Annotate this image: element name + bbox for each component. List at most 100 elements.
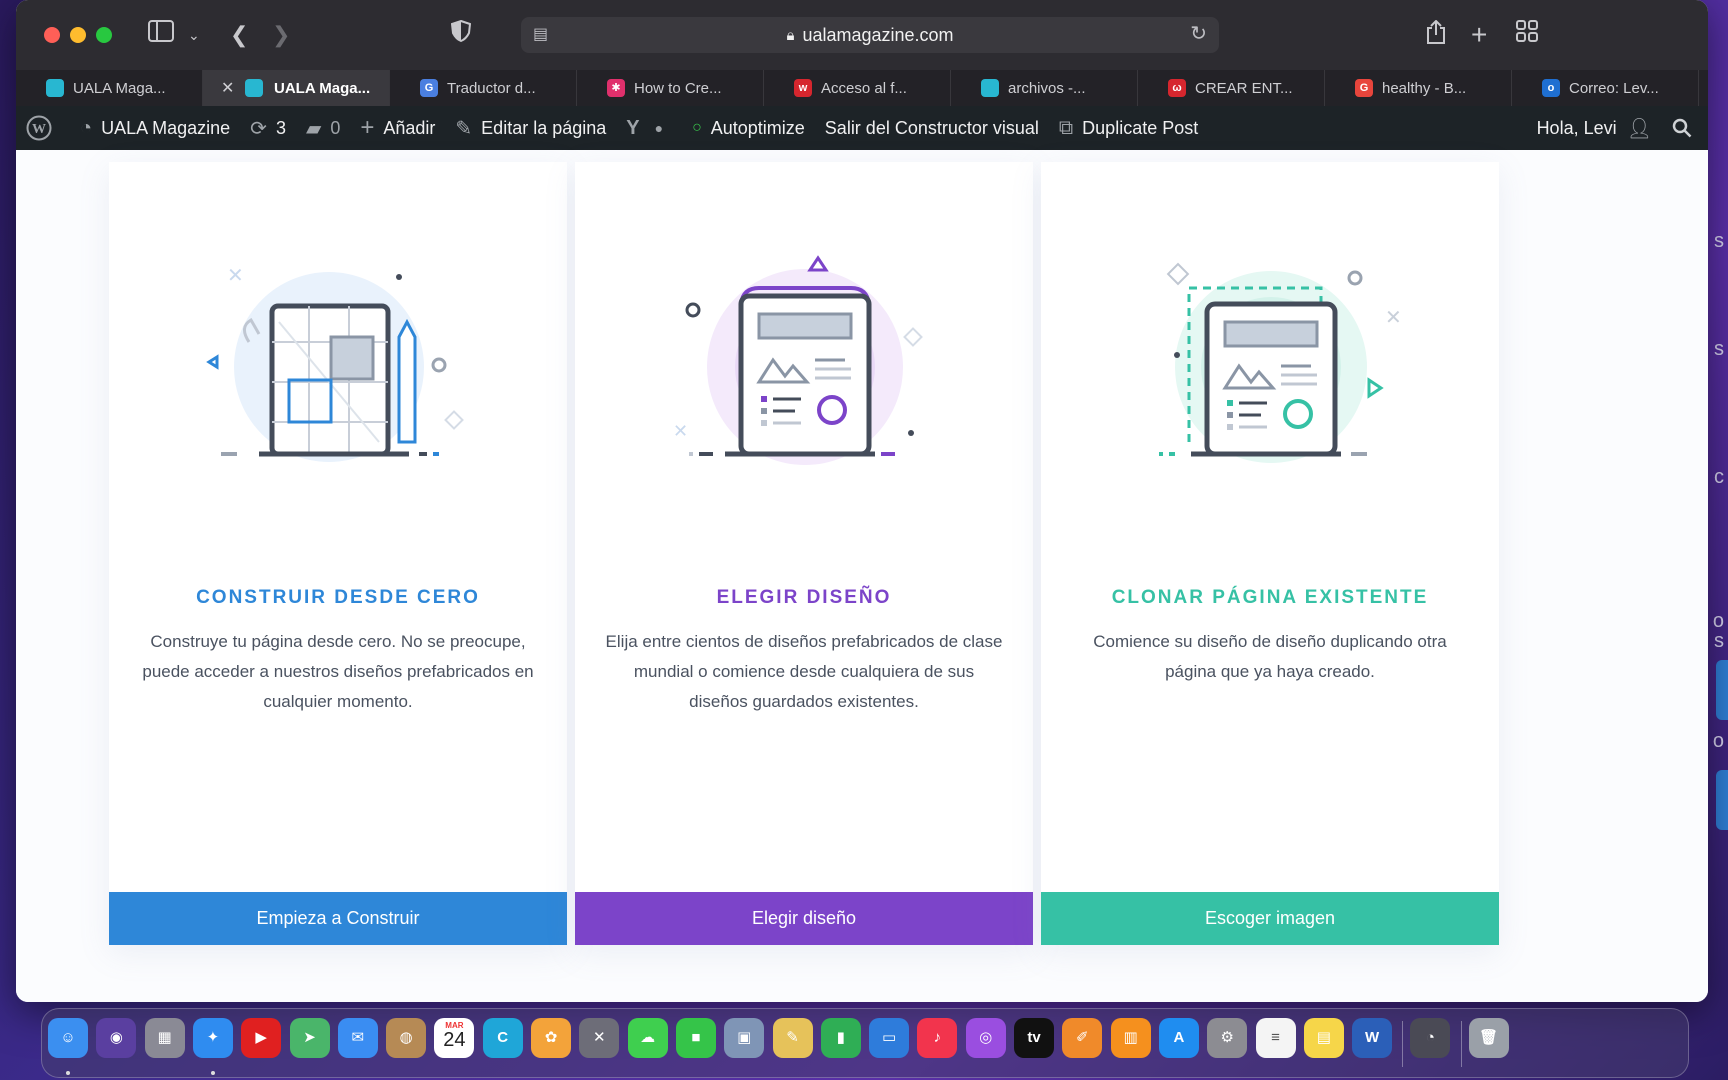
- minimize-window-button[interactable]: [70, 27, 86, 43]
- running-indicator: [210, 1071, 215, 1075]
- new-tab-icon[interactable]: +: [1471, 20, 1487, 50]
- dock-app-keynote-icon[interactable]: ▭: [869, 1018, 910, 1058]
- dock-app-canva-icon[interactable]: C: [482, 1018, 523, 1058]
- dock-app-numbers-icon[interactable]: ▮: [820, 1018, 861, 1058]
- browser-tab[interactable]: ✱ How to Cre...: [577, 70, 764, 106]
- sidebar-toggle-icon[interactable]: [148, 20, 174, 50]
- favicon-icon: w: [794, 79, 812, 97]
- close-tab-icon[interactable]: ✕: [221, 78, 234, 98]
- browser-tab[interactable]: ✕ UALA Maga...: [203, 70, 390, 106]
- site-name-link[interactable]: ◔ UALA Magazine: [80, 117, 230, 140]
- dock-app-app-store-icon[interactable]: A: [1158, 1018, 1199, 1058]
- browser-tab[interactable]: Ghealthy - B...: [1325, 70, 1512, 106]
- edit-page-link[interactable]: ✎ Editar la página: [455, 116, 606, 141]
- fullscreen-window-button[interactable]: [96, 27, 112, 43]
- card-title: CONSTRUIR DESDE CERO: [196, 587, 480, 608]
- address-bar[interactable]: ▤ 🔒︎ ualamagazine.com ↻: [521, 17, 1219, 53]
- tab-label: Correo: Lev...: [1569, 79, 1659, 97]
- plus-icon: +: [360, 114, 375, 141]
- tab-label: Traductor d...: [447, 79, 536, 97]
- browser-tab[interactable]: w Acceso al f...: [764, 70, 951, 106]
- tab-label: CREAR ENT...: [1195, 79, 1293, 97]
- tab-overview-icon[interactable]: [1516, 20, 1538, 50]
- choose-layout-button[interactable]: Elegir diseño: [575, 892, 1033, 945]
- dock-app-facetime-icon[interactable]: ■: [675, 1018, 716, 1058]
- dock-app-safari-icon[interactable]: ✦: [192, 1018, 233, 1058]
- comment-icon: ▰: [305, 117, 322, 140]
- dock-app-pages-icon[interactable]: ✐: [1062, 1018, 1103, 1058]
- updates-icon: ⟳: [250, 117, 267, 140]
- dock-app-messages-icon[interactable]: ☁: [627, 1018, 668, 1058]
- browser-window: ⌄ ❮ ❯ ▤ 🔒︎ ualamagazine.com ↻ + UALA Mag…: [16, 0, 1708, 1002]
- dock-app-books-icon[interactable]: ▥: [1110, 1018, 1151, 1058]
- browser-tab[interactable]: archivos -...: [951, 70, 1138, 106]
- add-new-link[interactable]: + Añadir: [360, 114, 435, 142]
- tab-label: How to Cre...: [634, 79, 722, 97]
- svg-text:✕: ✕: [227, 263, 244, 287]
- dock-app-instruments-icon[interactable]: ✕: [579, 1018, 620, 1058]
- start-building-button[interactable]: Empieza a Construir: [109, 892, 567, 945]
- exit-builder-link[interactable]: Salir del Constructor visual: [825, 118, 1039, 139]
- favicon-icon: [981, 79, 999, 97]
- browser-tab[interactable]: UALA Maga...: [16, 70, 203, 106]
- favicon-icon: o: [1542, 79, 1560, 97]
- dock-app-word-icon[interactable]: W: [1352, 1018, 1393, 1058]
- search-icon[interactable]: [1672, 118, 1692, 138]
- browser-tab[interactable]: G Traductor d...: [390, 70, 577, 106]
- layout-illustration: ✕: [673, 255, 923, 465]
- dock-separator: [1402, 1021, 1404, 1067]
- calendar-day-label: 24: [443, 1029, 466, 1051]
- dock: ☺ ◉ ▦ ✦ ▶ ➤ ✉ ◍ MAR 24 C ✿ ✕ ☁ ■ ▣ ✎ ▮ ▭ ♪ ◎ tv ✐ ▥ A ⚙ ≡ ▤ W ◔ 🗑: [41, 1008, 1689, 1078]
- card-build-from-scratch: ✕ CONSTRUIR DESDE CERO Construye tu pági…: [109, 162, 567, 945]
- card-clone-page: ✕ CLONAR PÁGINA EXISTENTE Comience su di…: [1041, 162, 1499, 945]
- updates-link[interactable]: ⟳ 3: [250, 116, 286, 141]
- comments-count: 0: [330, 117, 341, 138]
- autoptimize-label: Autoptimize: [710, 117, 805, 138]
- duplicate-icon: ⧉: [1058, 116, 1074, 139]
- dock-app-siri-icon[interactable]: ◉: [96, 1018, 137, 1058]
- share-icon[interactable]: [1426, 19, 1446, 52]
- card-description: Comience su diseño de diseño duplicando …: [1093, 632, 1447, 681]
- dock-app-finder-icon[interactable]: ☺: [48, 1018, 88, 1058]
- dock-app-photos-icon[interactable]: ✿: [531, 1018, 571, 1058]
- autoptimize-link[interactable]: ○ Autoptimize: [692, 118, 805, 139]
- yoast-link[interactable]: Y ●: [626, 117, 672, 140]
- dock-app-calendar-icon[interactable]: MAR 24: [434, 1018, 475, 1058]
- dock-app-reminders-icon[interactable]: ≡: [1255, 1018, 1296, 1058]
- reload-icon[interactable]: ↻: [1190, 21, 1207, 46]
- svg-text:✕: ✕: [1385, 305, 1402, 329]
- dock-app-trash-icon[interactable]: 🗑: [1468, 1018, 1509, 1058]
- site-name-label: UALA Magazine: [101, 117, 231, 138]
- favicon-icon: ω: [1168, 79, 1186, 97]
- dock-app-quicktime-icon[interactable]: ◔: [1410, 1018, 1451, 1058]
- close-window-button[interactable]: [44, 27, 60, 43]
- browser-tab[interactable]: ω CREAR ENT...: [1138, 70, 1325, 106]
- dock-app-podcasts-icon[interactable]: ◎: [965, 1018, 1006, 1058]
- dock-app-contacts-icon[interactable]: ◍: [386, 1018, 427, 1058]
- account-link[interactable]: Hola, Levi 👤︎: [1537, 116, 1652, 141]
- duplicate-post-link[interactable]: ⧉ Duplicate Post: [1059, 117, 1198, 140]
- dock-app-system-preferences-icon[interactable]: ⚙: [1207, 1018, 1248, 1058]
- dock-app-music-icon[interactable]: ♪: [917, 1018, 958, 1058]
- edit-page-label: Editar la página: [481, 117, 607, 138]
- dock-app-youtube-icon[interactable]: ▶: [241, 1018, 282, 1058]
- choose-image-button[interactable]: Escoger imagen: [1041, 892, 1499, 945]
- dock-app-tv-icon[interactable]: tv: [1014, 1018, 1054, 1058]
- wordpress-logo-icon[interactable]: W: [26, 115, 52, 141]
- privacy-shield-icon[interactable]: [450, 19, 472, 50]
- dock-app-preview-icon[interactable]: ▣: [724, 1018, 765, 1058]
- comments-link[interactable]: ▰ 0: [306, 116, 340, 141]
- reader-icon[interactable]: ▤: [533, 24, 548, 44]
- dock-app-maps-icon[interactable]: ➤: [289, 1018, 330, 1058]
- chevron-down-icon[interactable]: ⌄: [188, 20, 200, 50]
- dock-app-mail-icon[interactable]: ✉: [337, 1018, 378, 1058]
- dock-app-notes-icon[interactable]: ▤: [1303, 1018, 1344, 1058]
- tab-label: UALA Maga...: [274, 79, 371, 97]
- card-title: CLONAR PÁGINA EXISTENTE: [1111, 587, 1429, 608]
- dock-app-textedit-icon[interactable]: ✎: [772, 1018, 813, 1058]
- forward-icon[interactable]: ❯: [272, 20, 290, 50]
- dock-app-launchpad-icon[interactable]: ▦: [144, 1018, 185, 1058]
- card-description: Elija entre cientos de diseños prefabric…: [605, 632, 1003, 711]
- back-icon[interactable]: ❮: [230, 20, 248, 50]
- browser-tab[interactable]: o Correo: Lev...: [1512, 70, 1699, 106]
